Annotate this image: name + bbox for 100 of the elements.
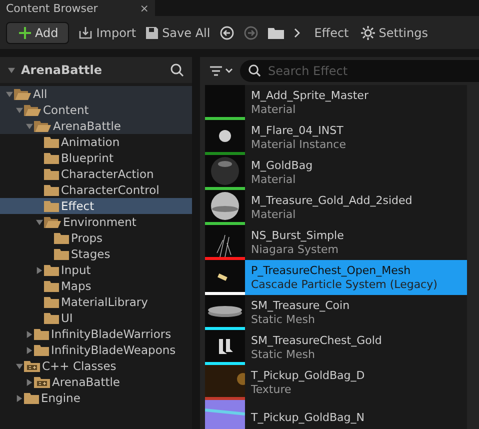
asset-type: Niagara System	[251, 243, 340, 256]
plus-icon	[19, 26, 31, 38]
asset-item[interactable]: M_Flare_04_INST Material Instance	[205, 120, 467, 155]
save-icon	[146, 26, 158, 38]
folder-icon	[44, 296, 59, 308]
folder-icon	[44, 264, 59, 276]
sphere-thumbnail-drawing	[205, 155, 245, 187]
close-icon[interactable]: ×	[140, 2, 149, 14]
asset-item[interactable]: SM_Treasure_Coin Static Mesh	[205, 295, 467, 330]
caret-down-icon[interactable]	[16, 362, 22, 370]
save-all-button[interactable]: Save All	[146, 26, 210, 40]
asset-item[interactable]: T_Pickup_GoldBag_D Texture	[205, 365, 467, 400]
asset-type: Material	[251, 103, 297, 116]
asset-item[interactable]: T_Pickup_GoldBag_N	[205, 400, 467, 429]
folder-tree-item[interactable]: CharacterControl	[0, 182, 192, 198]
asset-name: T_Pickup_GoldBag_N	[251, 411, 364, 424]
folder-icon	[34, 328, 49, 340]
asset-item[interactable]: NS_Burst_Simple Niagara System	[205, 225, 467, 260]
sources-title: ArenaBattle	[21, 63, 102, 77]
asset-type: Material Instance	[251, 138, 346, 151]
caret-right-icon[interactable]	[16, 394, 22, 402]
asset-name: NS_Burst_Simple	[251, 229, 344, 242]
folder-icon	[44, 152, 59, 164]
folder-tree-item[interactable]: ArenaBattle	[0, 374, 192, 390]
asset-item[interactable]: M_GoldBag Material	[205, 155, 467, 190]
search-field[interactable]: Search Effect	[240, 60, 479, 82]
folder-tree-item[interactable]: InfinityBladeWeapons	[0, 342, 192, 358]
caret-down-icon[interactable]	[6, 90, 12, 98]
content-browser-tab[interactable]: Content Browser ×	[0, 0, 155, 16]
folder-tree-item[interactable]: Props	[0, 230, 192, 246]
caret-down-icon[interactable]	[36, 218, 42, 226]
settings-button[interactable]: Settings	[360, 26, 428, 40]
asset-type: Cascade Particle System (Legacy)	[251, 278, 438, 291]
asset-type: Static Mesh	[251, 348, 316, 361]
folder-tree-item[interactable]: Blueprint	[0, 150, 192, 166]
asset-type: Material	[251, 173, 297, 186]
code-folder-icon	[34, 376, 50, 388]
folder-tree-item[interactable]: C++ Classes	[0, 358, 192, 374]
caret-right-icon[interactable]	[36, 266, 42, 274]
search-icon[interactable]	[170, 63, 184, 77]
sphere-thumbnail-drawing	[205, 190, 245, 222]
caret-down-icon[interactable]	[16, 106, 22, 114]
folder-icon	[24, 392, 39, 404]
folder-icon	[34, 344, 49, 356]
asset-item[interactable]: M_Add_Sprite_Master Material	[205, 85, 467, 120]
asset-item[interactable]: P_TreasureChest_Open_Mesh Cascade Particle System (Legacy)	[205, 260, 467, 295]
asset-name: SM_TreasureChest_Gold	[251, 334, 382, 347]
folder-tree-item[interactable]: UI	[0, 310, 192, 326]
asset-name: P_TreasureChest_Open_Mesh	[251, 264, 412, 277]
caret-down-icon[interactable]	[8, 66, 15, 74]
folder-tree-item[interactable]: MaterialLibrary	[0, 294, 192, 310]
folder-icon	[44, 136, 59, 148]
folder-tree-item[interactable]: Environment	[0, 214, 192, 230]
folder-tree-item[interactable]: Effect	[0, 198, 192, 214]
breadcrumb-item[interactable]: Effect	[314, 26, 349, 40]
asset-name: M_Flare_04_INST	[251, 124, 344, 137]
folder-tree-item[interactable]: Content	[0, 102, 192, 118]
folder-tree-item[interactable]: All	[0, 86, 192, 102]
folder-icon	[54, 248, 69, 260]
dark-thumbnail-drawing	[205, 85, 245, 117]
settings-icon	[360, 26, 375, 40]
open-folder-icon	[34, 120, 51, 132]
folder-tree-item[interactable]: Input	[0, 262, 192, 278]
asset-name: T_Pickup_GoldBag_D	[251, 369, 365, 382]
folder-icon	[44, 312, 59, 324]
caret-right-icon[interactable]	[26, 346, 32, 354]
search-icon	[248, 64, 261, 77]
back-icon[interactable]	[220, 26, 234, 40]
caret-right-icon[interactable]	[26, 330, 32, 338]
folder-icon[interactable]	[268, 26, 284, 38]
texture-thumbnail-drawing	[205, 365, 245, 397]
chevron-right-icon[interactable]	[294, 28, 300, 38]
folder-icon	[54, 232, 69, 244]
folder-tree-item[interactable]: Maps	[0, 278, 192, 294]
folder-tree-item[interactable]: ArenaBattle	[0, 118, 192, 134]
chip-thumbnail-drawing	[205, 260, 245, 292]
folder-icon	[44, 200, 59, 212]
folder-tree-item[interactable]: Stages	[0, 246, 192, 262]
open-folder-icon	[14, 88, 31, 100]
folder-icon	[44, 184, 59, 196]
folder-tree-item[interactable]: InfinityBladeWarriors	[0, 326, 192, 342]
asset-type: Material	[251, 208, 297, 221]
folder-icon	[44, 280, 59, 292]
glow-dot-thumbnail-drawing	[205, 120, 245, 152]
folder-tree-item[interactable]: CharacterAction	[0, 166, 192, 182]
import-icon	[79, 26, 92, 39]
caret-right-icon[interactable]	[26, 378, 32, 386]
add-button[interactable]: Add	[6, 22, 70, 44]
folder-tree-item[interactable]: Animation	[0, 134, 192, 150]
import-button[interactable]: Import	[79, 26, 136, 40]
caret-down-icon[interactable]	[26, 122, 32, 130]
normal-map-thumbnail-drawing	[205, 400, 245, 429]
asset-item[interactable]: SM_TreasureChest_Gold Static Mesh	[205, 330, 467, 365]
asset-item[interactable]: M_Treasure_Gold_Add_2sided Material	[205, 190, 467, 225]
asset-name: M_GoldBag	[251, 159, 313, 172]
filter-icon[interactable]	[210, 66, 234, 76]
asset-type: Texture	[251, 383, 292, 396]
sparks-thumbnail-drawing	[205, 225, 245, 257]
open-folder-icon	[24, 104, 41, 116]
folder-tree-item[interactable]: Engine	[0, 390, 192, 406]
